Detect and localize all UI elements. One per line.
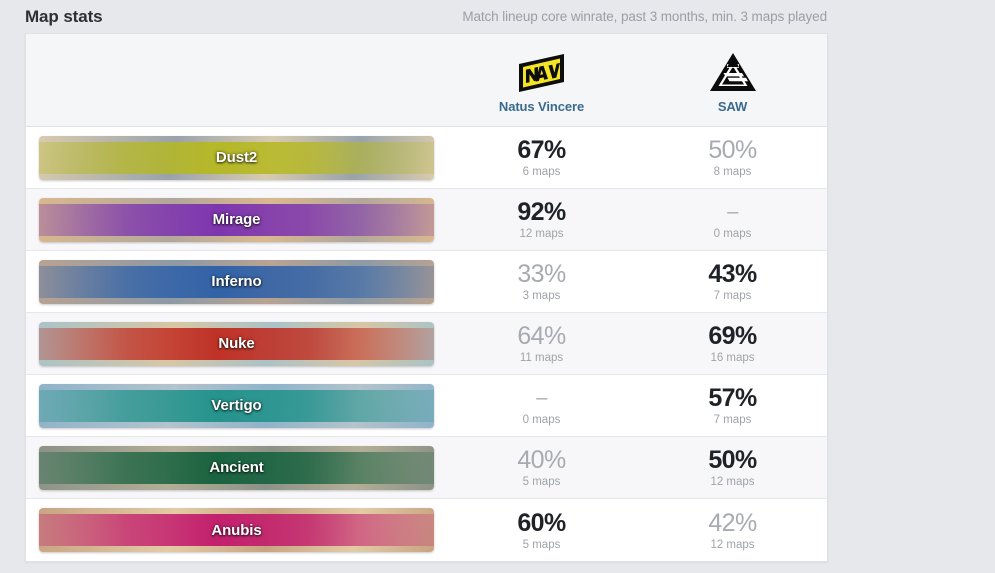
map-name-label: Inferno [211,273,262,290]
winrate-percent: 60% [517,508,566,537]
map-stats-header: Map stats Match lineup core winrate, pas… [25,0,828,33]
maps-played-count: 8 maps [713,166,752,178]
saw-logo-icon [708,50,758,95]
winrate-percent: 64% [517,322,566,350]
maps-played-count: 3 maps [522,290,561,302]
winrate-cell-team-2[interactable]: 57% 7 maps [637,384,828,427]
winrate-cell-team-2[interactable]: 43% 7 maps [637,260,828,303]
winrate-percent: 67% [517,136,566,164]
map-name-label: Ancient [209,459,264,476]
winrate-cell-team-1[interactable]: 64% 11 maps [446,322,637,365]
maps-played-count: 0 maps [522,414,561,426]
winrate-cell-team-1[interactable]: – 0 maps [446,385,637,426]
header-team-natus-vincere[interactable]: Natus Vincere [446,34,637,126]
map-cell[interactable]: Nuke [26,321,446,366]
maps-played-count: 16 maps [710,352,755,364]
winrate-percent: 92% [517,198,566,226]
header-team-saw[interactable]: SAW [637,34,828,126]
page-title: Map stats [25,6,103,26]
table-body: Dust2 67% 6 maps 50% 8 maps Mirage 92% 12 maps –… [26,127,827,561]
map-cell[interactable]: Inferno [26,259,446,304]
winrate-percent: 40% [517,446,566,474]
maps-played-count: 11 maps [519,352,564,364]
winrate-cell-team-2[interactable]: – 0 maps [637,199,828,240]
maps-played-count: 7 maps [713,414,752,426]
table-row[interactable]: Mirage 92% 12 maps – 0 maps [26,189,827,251]
map-thumbnail[interactable]: Ancient [39,445,434,490]
map-thumbnail[interactable]: Dust2 [39,135,434,180]
map-thumbnail[interactable]: Anubis [39,508,434,552]
winrate-percent: 57% [708,384,757,412]
maps-played-count: 5 maps [522,538,561,551]
table-row[interactable]: Dust2 67% 6 maps 50% 8 maps [26,127,827,189]
map-thumbnail[interactable]: Nuke [39,321,434,366]
maps-played-count: 12 maps [710,476,755,488]
winrate-percent: 43% [708,260,757,288]
table-row[interactable]: Ancient 40% 5 maps 50% 12 maps [26,437,827,499]
map-name-label: Mirage [212,211,261,228]
winrate-percent: – [727,201,738,223]
map-name-label: Dust2 [215,149,258,166]
team-name-label: Natus Vincere [498,99,585,114]
winrate-cell-team-1[interactable]: 92% 12 maps [446,198,637,241]
map-stats-table: Natus Vincere SAW Dust2 67% 6 maps 50% 8… [25,33,828,562]
map-thumbnail[interactable]: Vertigo [39,383,434,428]
stats-subtitle: Match lineup core winrate, past 3 months… [462,9,827,24]
map-cell[interactable]: Dust2 [26,135,446,180]
maps-played-count: 0 maps [713,228,752,240]
map-name-label: Vertigo [211,397,262,414]
map-cell[interactable]: Mirage [26,197,446,242]
header-map-column [26,34,446,126]
map-cell[interactable]: Vertigo [26,383,446,428]
map-stats-widget: Map stats Match lineup core winrate, pas… [0,0,995,573]
winrate-percent: 42% [708,508,757,537]
map-cell[interactable]: Anubis [26,508,446,552]
winrate-percent: – [536,387,547,409]
winrate-cell-team-1[interactable]: 60% 5 maps [446,508,637,551]
maps-played-count: 12 maps [710,538,755,551]
table-header-row: Natus Vincere SAW [26,34,827,127]
winrate-cell-team-2[interactable]: 42% 12 maps [637,508,828,551]
map-name-label: Nuke [218,335,255,352]
map-thumbnail[interactable]: Mirage [39,197,434,242]
winrate-cell-team-1[interactable]: 33% 3 maps [446,260,637,303]
maps-played-count: 5 maps [522,476,561,488]
maps-played-count: 7 maps [713,290,752,302]
table-row[interactable]: Anubis 60% 5 maps 42% 12 maps [26,499,827,561]
map-cell[interactable]: Ancient [26,445,446,490]
winrate-percent: 50% [708,136,757,164]
winrate-cell-team-1[interactable]: 67% 6 maps [446,136,637,179]
winrate-cell-team-2[interactable]: 69% 16 maps [637,322,828,365]
map-thumbnail[interactable]: Inferno [39,259,434,304]
map-name-label: Anubis [211,521,262,539]
winrate-percent: 33% [517,260,566,288]
winrate-percent: 50% [708,446,757,474]
winrate-cell-team-2[interactable]: 50% 12 maps [637,446,828,489]
team-name-label: SAW [717,99,748,114]
table-row[interactable]: Vertigo – 0 maps 57% 7 maps [26,375,827,437]
table-row[interactable]: Nuke 64% 11 maps 69% 16 maps [26,313,827,375]
maps-played-count: 6 maps [522,166,561,178]
table-row[interactable]: Inferno 33% 3 maps 43% 7 maps [26,251,827,313]
navi-logo-icon [515,50,569,95]
winrate-percent: 69% [708,322,757,350]
winrate-cell-team-2[interactable]: 50% 8 maps [637,136,828,179]
maps-played-count: 12 maps [519,228,564,240]
winrate-cell-team-1[interactable]: 40% 5 maps [446,446,637,489]
